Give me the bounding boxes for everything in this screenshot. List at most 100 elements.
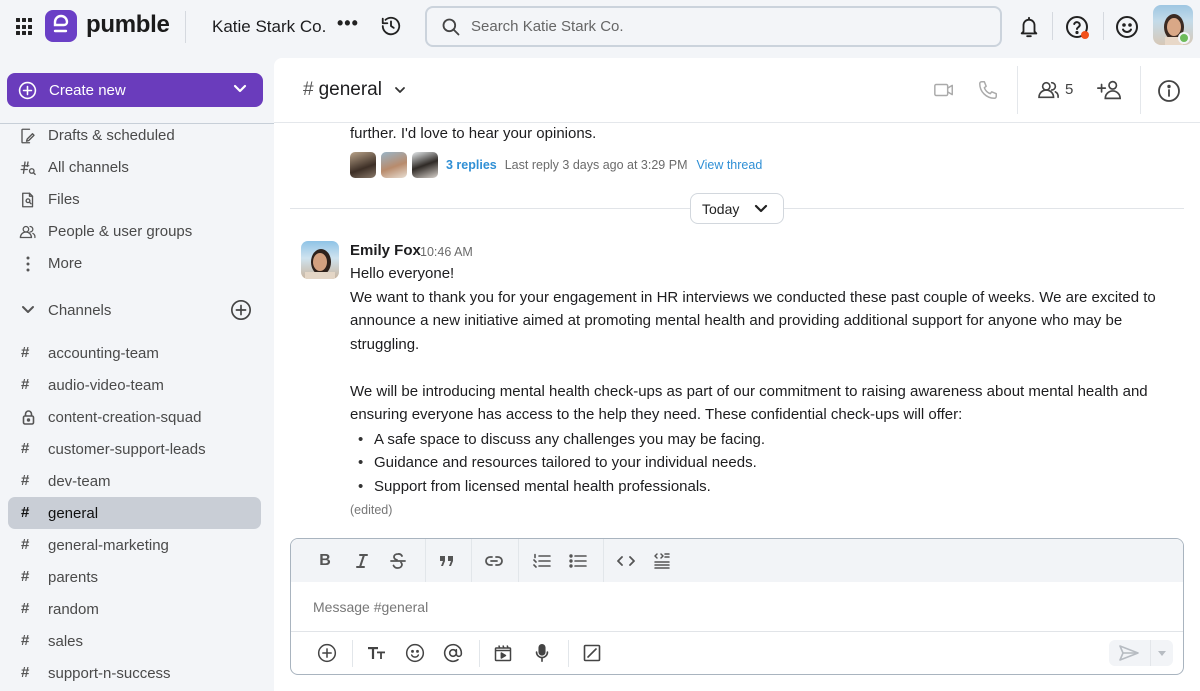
divider xyxy=(568,640,569,667)
channel-label: sales xyxy=(48,633,84,650)
channel-item-general[interactable]: # general xyxy=(8,497,261,529)
chevron-down-icon[interactable] xyxy=(21,305,35,315)
hash-icon: # xyxy=(21,632,30,649)
code-block-icon[interactable] xyxy=(651,550,673,572)
channel-item-support-n-success[interactable]: # support-n-success xyxy=(8,657,261,689)
channel-label: accounting-team xyxy=(48,345,159,362)
search-bar[interactable] xyxy=(425,6,1002,47)
video-call-icon[interactable] xyxy=(933,80,955,105)
hash-icon: # xyxy=(21,600,30,617)
channel-item-dev-team[interactable]: # dev-team xyxy=(8,465,261,497)
message-paragraph: We want to thank you for your engagement… xyxy=(350,288,1156,353)
last-reply-text: Last reply 3 days ago at 3:29 PM xyxy=(504,158,688,172)
channel-label: general xyxy=(48,505,99,522)
link-icon[interactable] xyxy=(483,551,505,571)
send-options-button[interactable] xyxy=(1150,640,1173,666)
quote-icon[interactable] xyxy=(436,551,458,571)
strikethrough-icon[interactable] xyxy=(388,551,408,571)
list-item: Support from licensed mental health prof… xyxy=(358,475,1170,499)
send-button[interactable] xyxy=(1109,640,1149,666)
sidebar-item-all-channels[interactable]: All channels xyxy=(8,152,262,182)
list-item: A safe space to discuss any challenges y… xyxy=(358,428,1170,452)
drafts-icon xyxy=(19,127,37,145)
channel-label: customer-support-leads xyxy=(48,441,206,458)
video-clip-icon[interactable] xyxy=(492,642,514,664)
divider xyxy=(185,11,186,43)
channel-info-icon[interactable] xyxy=(1157,79,1181,108)
notifications-bell-icon[interactable] xyxy=(1018,15,1040,44)
channel-item-audio-video-team[interactable]: # audio-video-team xyxy=(8,369,261,401)
workspace-more-icon[interactable]: ••• xyxy=(337,13,359,34)
channel-item-general-marketing[interactable]: # general-marketing xyxy=(8,529,261,561)
more-vertical-icon xyxy=(19,255,37,273)
reply-avatar[interactable] xyxy=(381,152,407,178)
previous-message-text: further. I'd love to hear your opinions. xyxy=(350,125,597,142)
hash-icon: # xyxy=(21,344,30,361)
add-member-icon[interactable] xyxy=(1096,79,1122,106)
chevron-down-icon xyxy=(233,84,247,93)
channel-item-random[interactable]: # random xyxy=(8,593,261,625)
channel-label: support-n-success xyxy=(48,665,171,682)
channel-item-sales[interactable]: # sales xyxy=(8,625,261,657)
hash-icon: # xyxy=(21,376,30,393)
workspace-name[interactable]: Katie Stark Co. xyxy=(212,17,326,37)
message-timestamp: 10:46 AM xyxy=(420,245,473,259)
mention-icon[interactable] xyxy=(442,642,464,664)
members-icon[interactable] xyxy=(1037,80,1061,105)
top-bar: pumble Katie Stark Co. ••• xyxy=(0,0,1200,58)
day-divider-button[interactable]: Today xyxy=(690,193,784,224)
member-count[interactable]: 5 xyxy=(1065,81,1073,98)
ordered-list-icon[interactable] xyxy=(531,551,553,571)
channel-item-content-creation-squad[interactable]: content-creation-squad xyxy=(8,401,261,433)
channel-title-button[interactable]: # general xyxy=(303,79,406,101)
channel-item-customer-support-leads[interactable]: # customer-support-leads xyxy=(8,433,261,465)
channel-item-accounting-team[interactable]: # accounting-team xyxy=(8,337,261,369)
help-icon[interactable] xyxy=(1065,15,1089,44)
bullet-list-icon[interactable] xyxy=(567,551,589,571)
bold-icon[interactable]: B xyxy=(315,551,335,571)
channel-label: dev-team xyxy=(48,473,111,490)
chevron-down-icon xyxy=(395,87,405,93)
search-input[interactable] xyxy=(471,18,971,35)
hash-icon: # xyxy=(21,664,30,681)
online-status-dot xyxy=(1178,32,1190,44)
sidebar-item-drafts[interactable]: Drafts & scheduled xyxy=(8,120,262,150)
channel-item-parents[interactable]: # parents xyxy=(8,561,261,593)
emoji-status-icon[interactable] xyxy=(1115,15,1139,44)
channel-label: content-creation-squad xyxy=(48,409,202,426)
channel-label: parents xyxy=(48,569,99,586)
channel-label: general-marketing xyxy=(48,537,169,554)
channels-section-label[interactable]: Channels xyxy=(48,302,111,319)
app-logo-text: pumble xyxy=(86,11,170,38)
thread-replies-row: 3 replies Last reply 3 days ago at 3:29 … xyxy=(350,152,762,178)
replies-count-link[interactable]: 3 replies xyxy=(446,158,497,172)
create-new-button[interactable]: Create new xyxy=(7,73,263,107)
attach-plus-icon[interactable] xyxy=(316,642,338,664)
channel-header: # general 5 xyxy=(274,58,1200,123)
message-input[interactable] xyxy=(291,582,1183,632)
lock-icon xyxy=(22,410,35,425)
italic-icon[interactable] xyxy=(352,551,372,571)
add-channel-icon[interactable] xyxy=(230,299,252,321)
day-label: Today xyxy=(702,201,740,217)
reply-avatar[interactable] xyxy=(412,152,438,178)
code-icon[interactable] xyxy=(615,551,637,571)
sidebar-item-label: All channels xyxy=(48,159,129,176)
sidebar-item-label: People & user groups xyxy=(48,223,193,240)
phone-call-icon[interactable] xyxy=(977,79,999,106)
sidebar-item-more[interactable]: More xyxy=(8,248,262,278)
emoji-icon[interactable] xyxy=(404,642,426,664)
formatting-toolbar: B xyxy=(291,539,1183,582)
sidebar-item-files[interactable]: Files xyxy=(8,184,262,214)
message-author-avatar[interactable] xyxy=(301,241,339,279)
history-icon[interactable] xyxy=(380,15,402,42)
microphone-icon[interactable] xyxy=(531,642,553,664)
app-grid-icon[interactable] xyxy=(16,18,34,36)
reply-avatar[interactable] xyxy=(350,152,376,178)
view-thread-link[interactable]: View thread xyxy=(696,158,762,172)
sidebar-item-people[interactable]: People & user groups xyxy=(8,216,262,246)
slash-command-icon[interactable] xyxy=(581,642,603,664)
text-format-icon[interactable] xyxy=(366,642,388,664)
file-search-icon xyxy=(19,191,37,209)
message-author[interactable]: Emily Fox xyxy=(350,242,421,259)
